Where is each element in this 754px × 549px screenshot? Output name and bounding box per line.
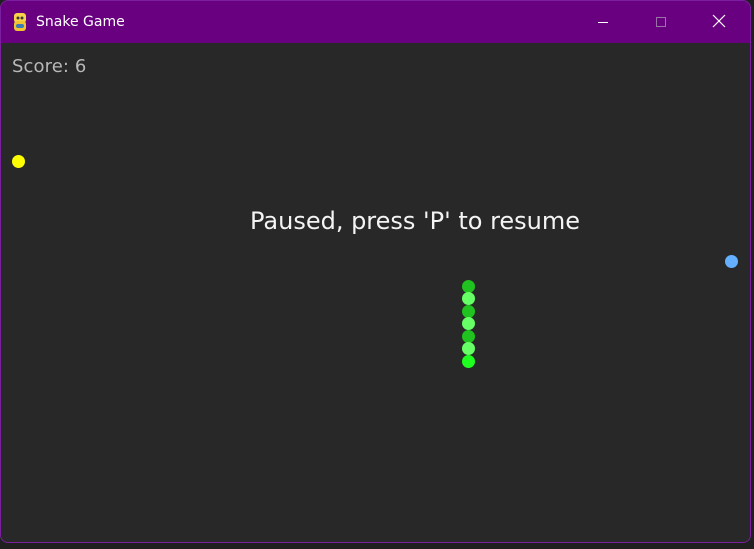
snake-segment — [462, 342, 475, 355]
close-button[interactable] — [690, 1, 748, 43]
game-window: Snake Game Score: 6 Paused, press 'P' to… — [0, 0, 751, 543]
maximize-icon — [655, 13, 667, 32]
paused-message: Paused, press 'P' to resume — [250, 207, 581, 235]
food-yellow — [12, 155, 25, 168]
desktop-background — [0, 543, 754, 549]
snake-segment — [462, 292, 475, 305]
title-bar[interactable]: Snake Game — [1, 1, 750, 43]
minimize-button[interactable] — [574, 1, 632, 43]
close-icon — [712, 13, 726, 32]
food-blue — [725, 255, 738, 268]
minimize-icon — [597, 13, 609, 32]
window-title: Snake Game — [36, 14, 125, 30]
game-canvas[interactable]: Score: 6 Paused, press 'P' to resume — [1, 43, 750, 542]
score-label: Score: 6 — [12, 56, 87, 77]
snake-head — [462, 355, 475, 368]
snake-segment — [462, 317, 475, 330]
python-icon — [11, 12, 29, 32]
maximize-button[interactable] — [632, 1, 690, 43]
